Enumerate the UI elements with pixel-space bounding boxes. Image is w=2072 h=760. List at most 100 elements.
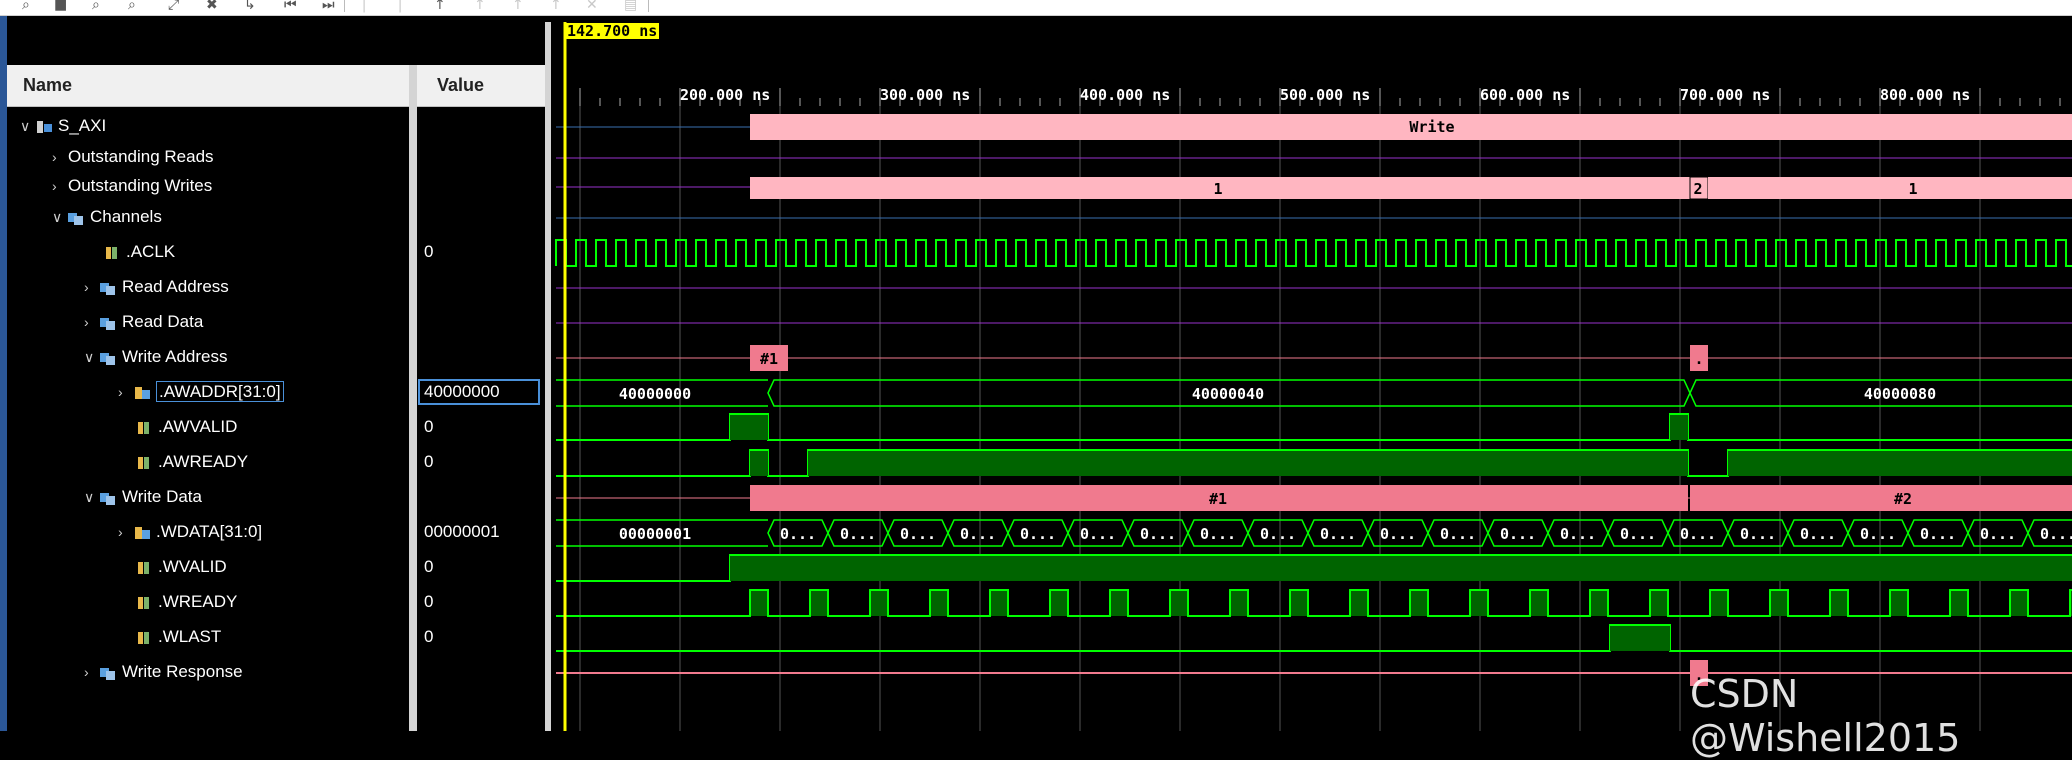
wdata-value: 0... — [780, 525, 816, 543]
tree-row-wvalid[interactable]: .WVALID — [136, 555, 227, 579]
waveform-svg[interactable]: Write 1 2 1 #1. 40000000 40000040 40000080 #1 #2 0… — [551, 22, 2072, 731]
tree-row-awaddr[interactable]: › .AWADDR[31:0] — [118, 380, 284, 404]
wready-fill — [1890, 591, 1908, 616]
ruler-label: 700.000 ns — [1680, 86, 1771, 104]
wdata-value: 00000001 — [619, 525, 691, 543]
toolbar: ⌕ ■ ⌕ ⌕ ⤢ ✖ ↳ ⏮ ⏭ │ │ ↑ ↑ ↑ ↑ ✕ ▤ — [0, 0, 2072, 16]
chevron-right-icon[interactable]: › — [52, 174, 68, 198]
tree-row-label: Read Data — [122, 312, 204, 331]
wdata-value: 0... — [1320, 525, 1356, 543]
chevron-down-icon[interactable]: ∨ — [84, 345, 100, 369]
tree-row-s-axi[interactable]: ∨ S_AXI — [20, 114, 106, 138]
wready-fill — [1470, 591, 1488, 616]
zoom-fit-icon[interactable]: ⤢ — [168, 0, 179, 12]
chevron-right-icon[interactable]: › — [84, 660, 100, 684]
tree-row-outstanding-reads[interactable]: › Outstanding Reads — [52, 145, 214, 169]
aw-transaction-label: #1 — [760, 350, 778, 368]
swap2-icon[interactable]: │ — [396, 0, 404, 12]
tree-row-outstanding-writes[interactable]: › Outstanding Writes — [52, 174, 212, 198]
wvalid-fill — [730, 556, 2072, 581]
tree-row-label: .WLAST — [158, 627, 222, 646]
awaddr-value: 40000080 — [1864, 385, 1936, 403]
wdata-value: 0... — [1680, 525, 1716, 543]
snap-icon[interactable]: ▤ — [624, 0, 637, 12]
swap-icon[interactable]: │ — [360, 0, 368, 12]
chevron-right-icon[interactable]: › — [84, 275, 100, 299]
close-marker-icon[interactable]: ✕ — [586, 0, 598, 12]
s-axi-label: Write — [1409, 118, 1454, 136]
awvalid-wave — [556, 413, 2072, 441]
value-wdata: 00000001 — [424, 522, 500, 541]
wdata-value: 0... — [1620, 525, 1656, 543]
tree-row-write-address[interactable]: ∨ Write Address — [84, 345, 228, 369]
save-icon[interactable]: ■ — [54, 0, 67, 12]
go-first-icon[interactable]: ⏮ — [284, 0, 297, 12]
wready-fill — [1170, 591, 1188, 616]
awvalid-fill-2 — [1670, 415, 1688, 440]
value-awaddr[interactable]: 40000000 — [418, 379, 540, 405]
tree-row-read-data[interactable]: › Read Data — [84, 310, 203, 334]
wready-fill — [1350, 591, 1368, 616]
marker-icon[interactable]: ↑ — [512, 0, 524, 12]
tree-row-wlast[interactable]: .WLAST — [136, 625, 221, 649]
bus-signal-icon — [134, 386, 152, 400]
w-transaction-2 — [1690, 485, 2072, 511]
awready-fill — [750, 451, 768, 476]
tree-row-label: Write Data — [122, 487, 202, 506]
wdata-value: 0... — [1380, 525, 1416, 543]
search-icon[interactable]: ⌕ — [22, 0, 30, 12]
bus-signal-icon — [134, 526, 152, 540]
chevron-right-icon[interactable]: › — [84, 310, 100, 334]
value-panel — [417, 107, 545, 731]
tree-row-write-response[interactable]: › Write Response — [84, 660, 243, 684]
wdata-value: 0... — [1800, 525, 1836, 543]
wdata-value: 0... — [1980, 525, 2016, 543]
step-icon[interactable]: ↑ — [434, 0, 446, 12]
marker2-icon[interactable]: ↑ — [550, 0, 562, 12]
awvalid-fill — [730, 415, 768, 440]
tree-row-aclk[interactable]: .ACLK — [104, 240, 175, 264]
value-awready: 0 — [424, 452, 434, 471]
tree-row-write-data[interactable]: ∨ Write Data — [84, 485, 202, 509]
signal-icon — [136, 596, 154, 610]
tree-row-read-address[interactable]: › Read Address — [84, 275, 229, 299]
wlast-wave — [556, 624, 2072, 652]
ruler-label: 300.000 ns — [880, 86, 971, 104]
wdata-value: 0... — [1440, 525, 1476, 543]
chevron-right-icon[interactable]: › — [118, 520, 134, 544]
wdata-value: 0... — [1500, 525, 1536, 543]
wready-fill — [1950, 591, 1968, 616]
wready-fill — [1770, 591, 1788, 616]
add-marker-icon[interactable]: ↳ — [244, 0, 256, 12]
wready-fill — [1110, 591, 1128, 616]
cursor-icon[interactable]: ✖ — [206, 0, 218, 12]
tree-row-awvalid[interactable]: .AWVALID — [136, 415, 237, 439]
zoom-out-icon[interactable]: ⌕ — [128, 0, 136, 12]
channel-icon — [100, 491, 118, 505]
go-next-icon[interactable]: ⏭ — [322, 0, 335, 12]
chevron-down-icon[interactable]: ∨ — [20, 114, 36, 138]
tree-row-channels[interactable]: ∨ Channels — [52, 205, 162, 229]
value-column-header[interactable]: Value — [437, 75, 484, 96]
tree-row-awready[interactable]: .AWREADY — [136, 450, 248, 474]
chevron-right-icon[interactable]: › — [52, 145, 68, 169]
value-aclk: 0 — [424, 242, 434, 261]
zoom-in-icon[interactable]: ⌕ — [92, 0, 100, 12]
wready-fill — [1410, 591, 1428, 616]
value-awvalid: 0 — [424, 417, 434, 436]
column-divider[interactable] — [409, 65, 417, 731]
wdata-value: 0... — [900, 525, 936, 543]
channel-icon — [100, 666, 118, 680]
step2-icon[interactable]: ↑ — [474, 0, 486, 12]
chevron-right-icon[interactable]: › — [118, 380, 134, 404]
ruler-label: 800.000 ns — [1880, 86, 1971, 104]
outstanding-label: 1 — [1908, 180, 1917, 198]
cursor-time-label[interactable]: 142.700 ns — [565, 23, 660, 39]
tree-row-wready[interactable]: .WREADY — [136, 590, 237, 614]
tree-row-wdata[interactable]: › .WDATA[31:0] — [118, 520, 262, 544]
window-edge — [0, 16, 7, 731]
name-column-header[interactable]: Name — [23, 75, 72, 96]
chevron-down-icon[interactable]: ∨ — [52, 205, 68, 229]
chevron-down-icon[interactable]: ∨ — [84, 485, 100, 509]
bus-interface-icon — [36, 120, 54, 134]
